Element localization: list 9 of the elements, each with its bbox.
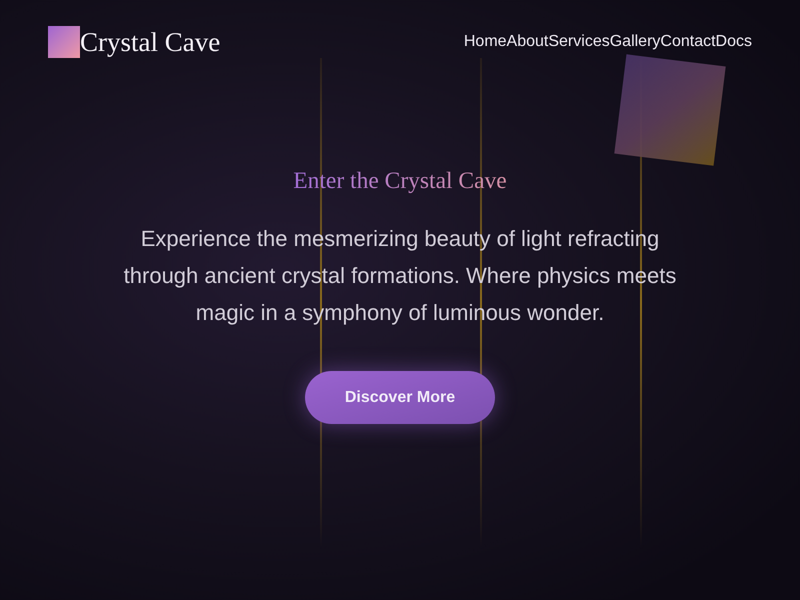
- nav-link[interactable]: Services: [548, 32, 610, 52]
- nav-link[interactable]: Contact: [660, 32, 716, 52]
- nav-link[interactable]: Home: [464, 32, 507, 52]
- nav-link[interactable]: Docs: [716, 32, 752, 52]
- logo-icon: [48, 26, 80, 58]
- nav-link[interactable]: Gallery: [610, 32, 660, 52]
- logo-text[interactable]: Crystal Cave: [80, 24, 220, 60]
- nav-link[interactable]: About: [506, 32, 548, 52]
- discover-more-button[interactable]: Discover More: [305, 371, 495, 424]
